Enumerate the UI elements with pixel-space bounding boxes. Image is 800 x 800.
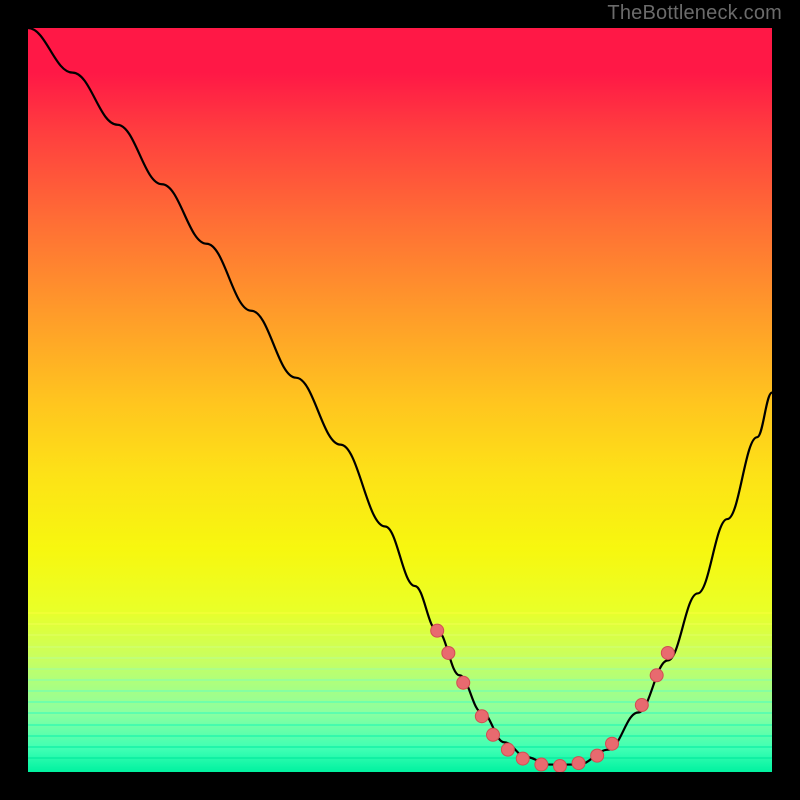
curve-marker bbox=[635, 699, 648, 712]
curve-marker bbox=[516, 752, 529, 765]
curve-marker bbox=[650, 669, 663, 682]
plot-area bbox=[28, 28, 772, 772]
curve-marker bbox=[475, 710, 488, 723]
chart-svg bbox=[28, 28, 772, 772]
curve-marker bbox=[501, 743, 514, 756]
curve-marker bbox=[591, 749, 604, 762]
curve-marker bbox=[606, 737, 619, 750]
bottleneck-curve bbox=[28, 28, 772, 765]
chart-frame bbox=[15, 15, 785, 785]
curve-marker bbox=[431, 624, 444, 637]
curve-marker bbox=[572, 757, 585, 770]
watermark-label: TheBottleneck.com bbox=[607, 2, 782, 25]
curve-marker bbox=[442, 646, 455, 659]
curve-marker bbox=[661, 646, 674, 659]
curve-marker bbox=[457, 676, 470, 689]
curve-markers bbox=[431, 624, 675, 772]
curve-marker bbox=[553, 760, 566, 772]
curve-marker bbox=[487, 728, 500, 741]
curve-marker bbox=[535, 758, 548, 771]
